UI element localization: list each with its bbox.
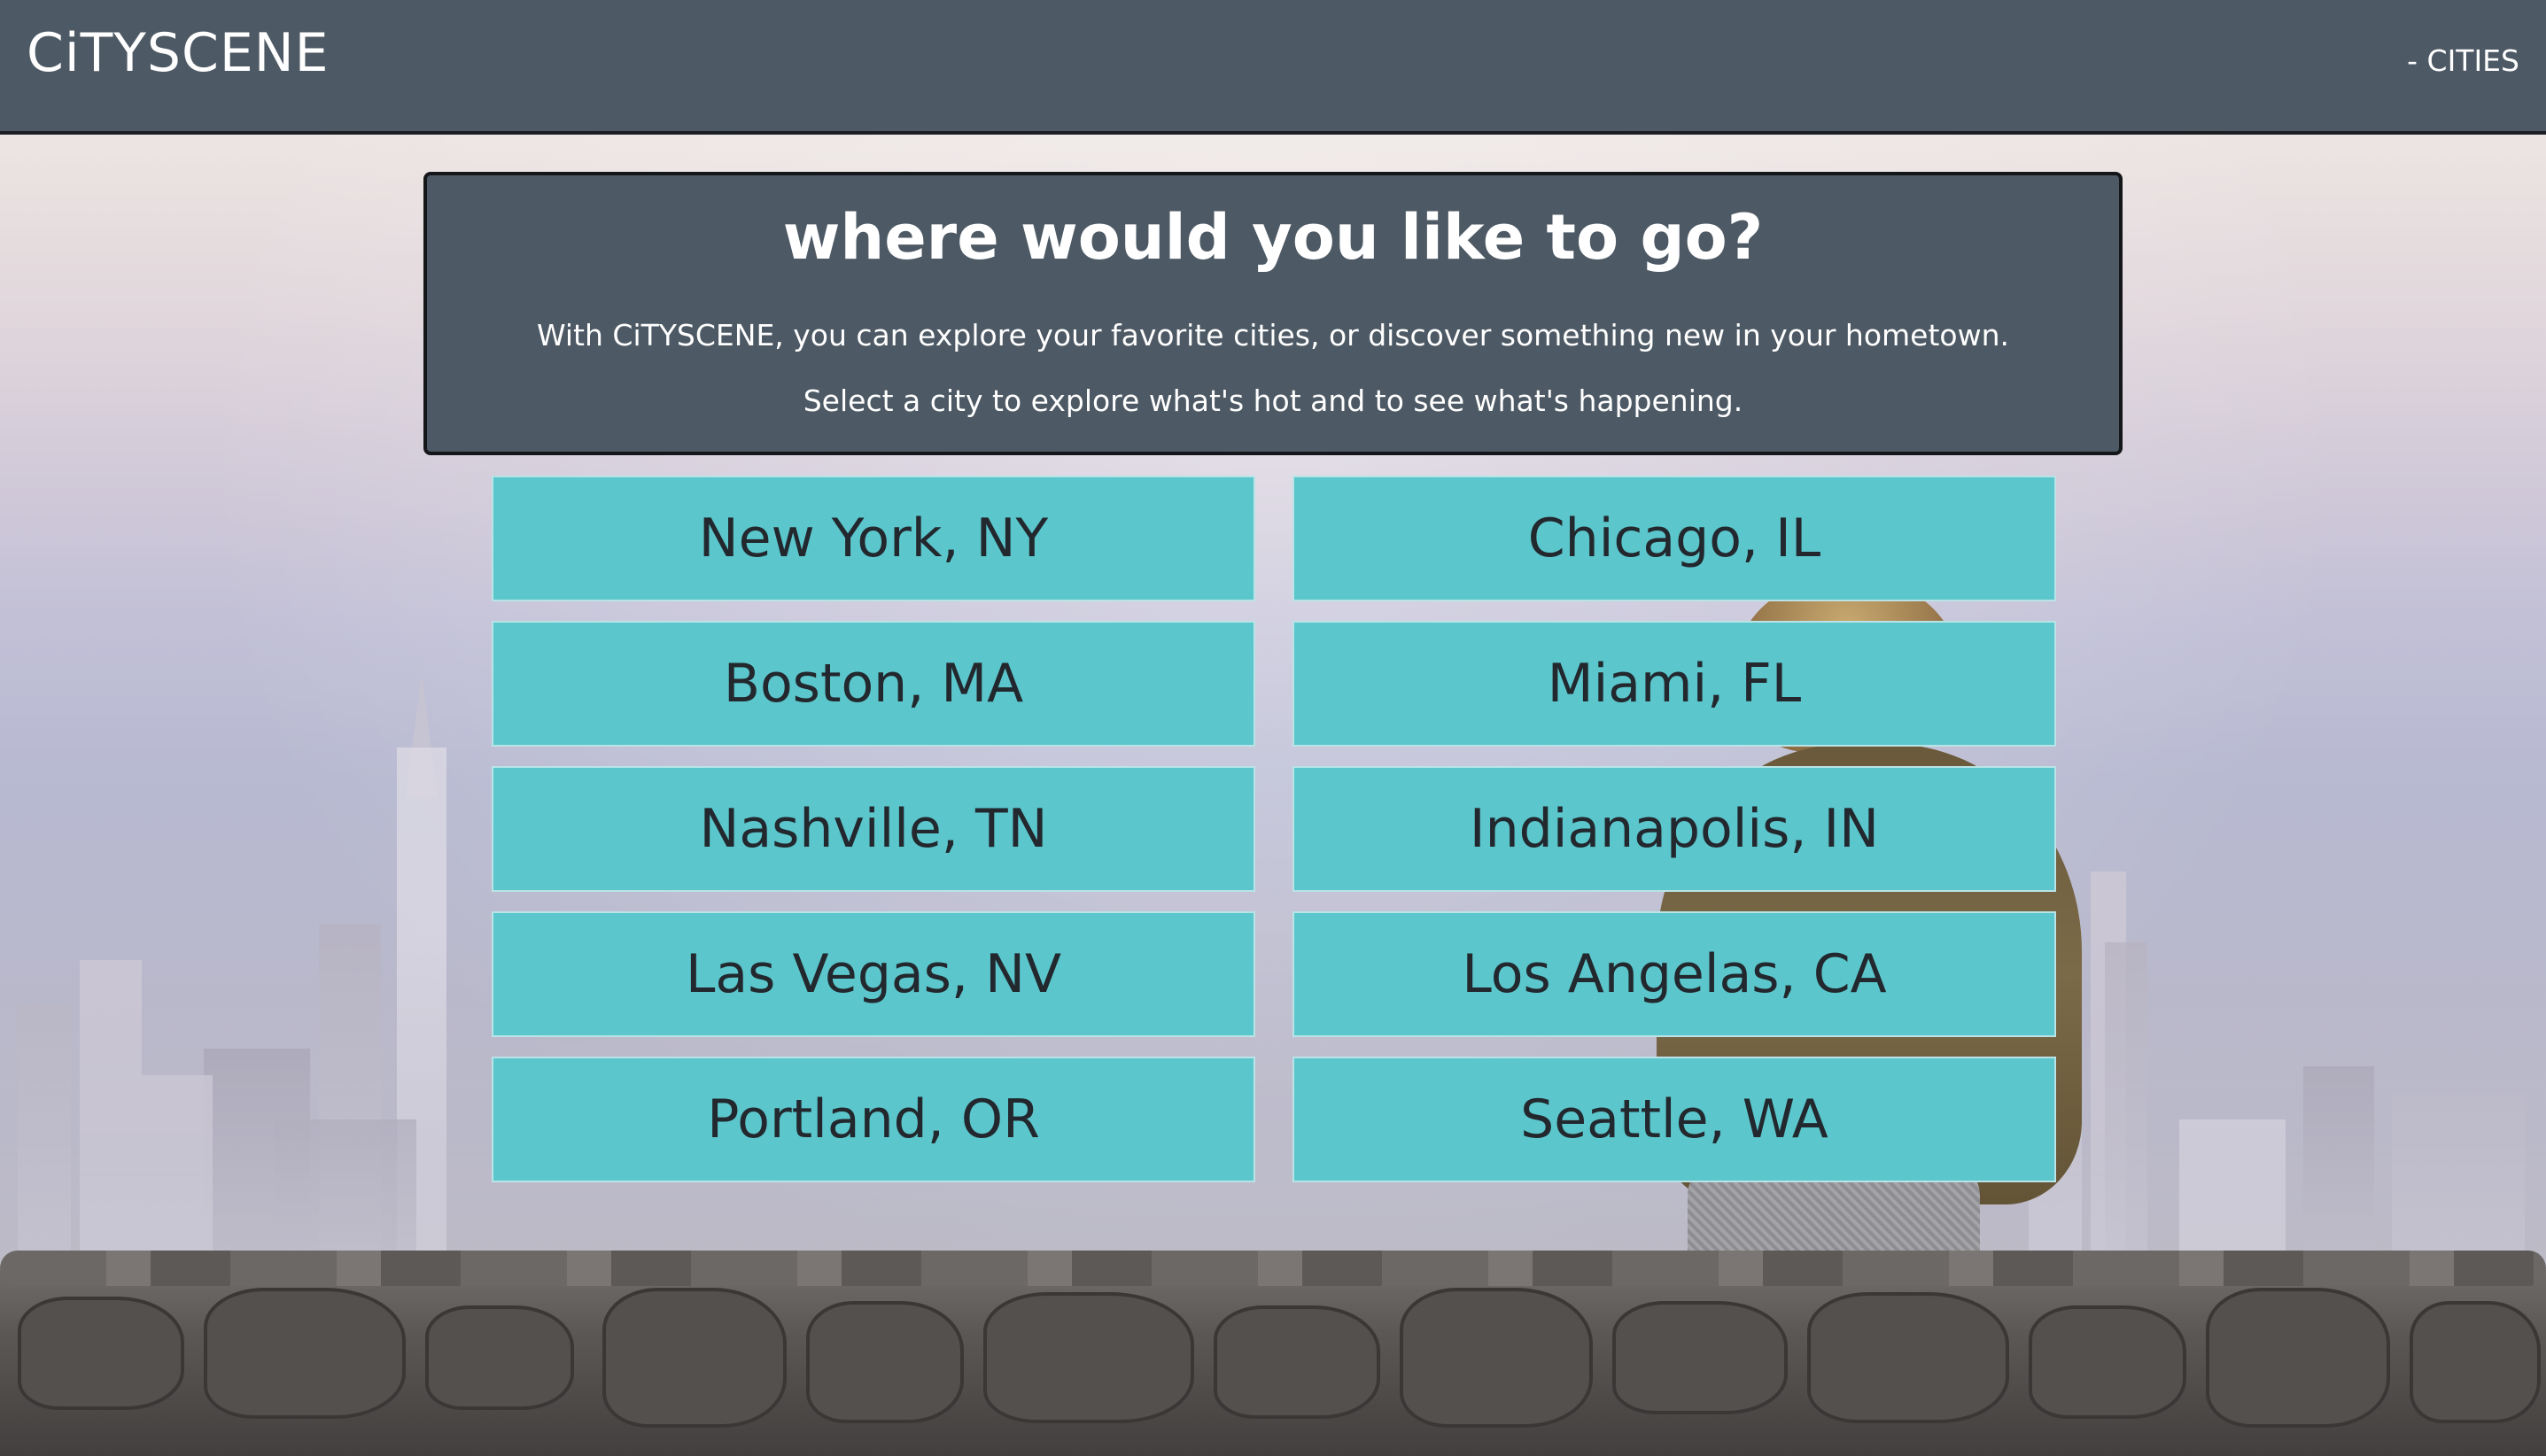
city-button-indianapolis[interactable]: Indianapolis, IN [1292, 766, 2056, 892]
wall-stone [1807, 1292, 2009, 1423]
wall-stone [806, 1301, 964, 1423]
intro-instruction: Select a city to explore what's hot and … [803, 383, 1743, 418]
city-button-new-york[interactable]: New York, NY [492, 476, 1255, 601]
wall-stone [983, 1292, 1194, 1423]
city-button-boston[interactable]: Boston, MA [492, 621, 1255, 747]
wall-stone [1214, 1305, 1380, 1419]
wall-stone [18, 1297, 184, 1410]
city-button-chicago[interactable]: Chicago, IL [1292, 476, 2056, 601]
city-button-los-angelas[interactable]: Los Angelas, CA [1292, 911, 2056, 1037]
top-navigation-bar: CiTYSCENE - CITIES [0, 0, 2546, 135]
intro-description: With CiTYSCENE, you can explore your fav… [536, 318, 2010, 352]
wall-stone [602, 1288, 787, 1428]
wall-stone [1400, 1288, 1593, 1428]
wall-stone [2410, 1301, 2541, 1423]
city-button-miami[interactable]: Miami, FL [1292, 621, 2056, 747]
intro-heading: where would you like to go? [782, 201, 1764, 274]
brand-logo[interactable]: CiTYSCENE [27, 18, 330, 89]
city-selection-grid: New York, NY Chicago, IL Boston, MA Miam… [492, 476, 2056, 1184]
wall-stone [1612, 1301, 1788, 1414]
rock-wall [0, 1251, 2546, 1456]
wall-stone [425, 1305, 574, 1410]
wall-stone [2206, 1288, 2390, 1428]
nav-link-cities[interactable]: - CITIES [2407, 39, 2519, 83]
wall-stone [2029, 1305, 2186, 1419]
city-button-las-vegas[interactable]: Las Vegas, NV [492, 911, 1255, 1037]
city-button-seattle[interactable]: Seattle, WA [1292, 1057, 2056, 1182]
wall-stone [204, 1288, 406, 1419]
city-button-nashville[interactable]: Nashville, TN [492, 766, 1255, 892]
city-button-portland[interactable]: Portland, OR [492, 1057, 1255, 1182]
